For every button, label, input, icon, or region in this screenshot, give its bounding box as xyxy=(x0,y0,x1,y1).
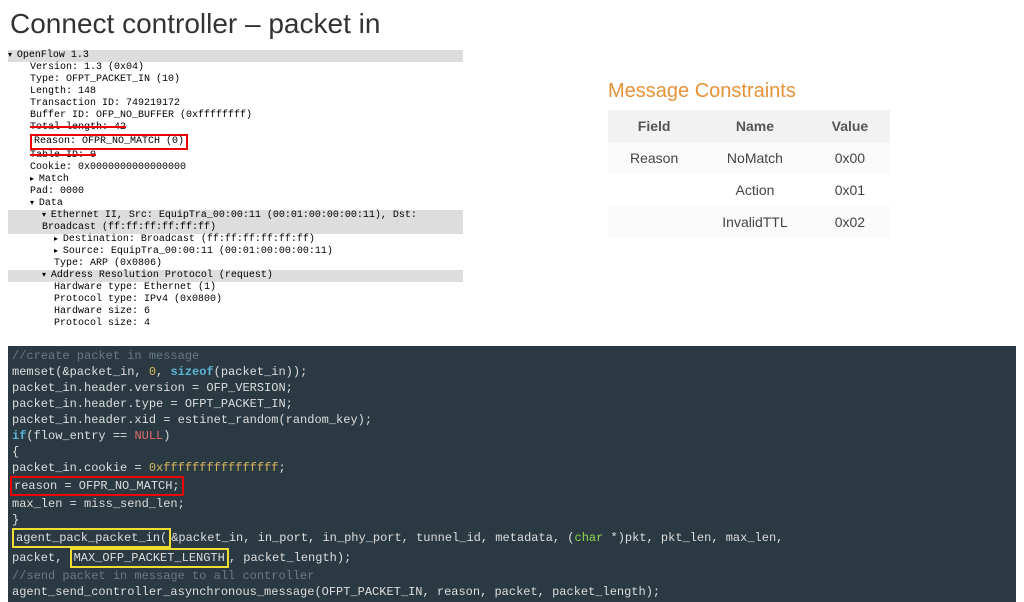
field-reason-row: Reason: OFPR_NO_MATCH (0) xyxy=(8,134,463,150)
table-row: Action 0x01 xyxy=(608,174,890,206)
constraints-title: Message Constraints xyxy=(608,80,796,103)
field-cookie: Cookie: 0x0000000000000000 xyxy=(8,162,463,174)
table-row: Reason NoMatch 0x00 xyxy=(608,142,890,174)
code-line: //create packet in message xyxy=(12,348,467,364)
field-table: Table ID: 0 xyxy=(8,150,463,162)
code-line: } xyxy=(12,512,467,528)
field-src: Source: EquipTra_00:00:11 (00:01:00:00:0… xyxy=(8,246,463,258)
cell-value: 0x00 xyxy=(810,142,891,174)
field-hwsize: Hardware size: 6 xyxy=(8,306,463,318)
cell-field xyxy=(608,206,700,238)
th-field: Field xyxy=(608,110,700,142)
code-line: memset(&packet_in, 0, sizeof(packet_in))… xyxy=(12,364,467,380)
code-line: packet_in.header.xid = estinet_random(ra… xyxy=(12,412,467,428)
code-line-reason: reason = OFPR_NO_MATCH; xyxy=(12,476,467,496)
reason-highlight-box: reason = OFPR_NO_MATCH; xyxy=(10,476,184,496)
cell-value: 0x02 xyxy=(810,206,891,238)
reason-highlight: Reason: OFPR_NO_MATCH (0) xyxy=(30,134,188,150)
arp-label: Address Resolution Protocol (request) xyxy=(51,270,273,281)
code-line: { xyxy=(12,444,467,460)
packet-dissection-panel: OpenFlow 1.3 Version: 1.3 (0x04) Type: O… xyxy=(8,50,463,330)
table-row: InvalidTTL 0x02 xyxy=(608,206,890,238)
field-pad: Pad: 0000 xyxy=(8,186,463,198)
eth-label: Ethernet II, Src: EquipTra_00:00:11 (00:… xyxy=(42,210,417,233)
field-prototype: Protocol type: IPv4 (0x0800) xyxy=(8,294,463,306)
field-txid: Transaction ID: 749219172 xyxy=(8,98,463,110)
dst-label: Destination: Broadcast (ff:ff:ff:ff:ff:f… xyxy=(63,234,315,245)
match-label: Match xyxy=(39,174,69,185)
code-line: max_len = miss_send_len; xyxy=(12,496,467,512)
code-line: if(flow_entry == NULL) xyxy=(12,428,467,444)
field-type: Type: OFPT_PACKET_IN (10) xyxy=(8,74,463,86)
agent-pack-highlight: agent_pack_packet_in( xyxy=(12,528,171,548)
cell-value: 0x01 xyxy=(810,174,891,206)
constraints-table: Field Name Value Reason NoMatch 0x00 Act… xyxy=(608,110,890,238)
code-line: packet_in.header.type = OFPT_PACKET_IN; xyxy=(12,396,467,412)
code-line: agent_send_controller_asynchronous_messa… xyxy=(12,584,1012,600)
field-match: Match xyxy=(8,174,463,186)
th-value: Value xyxy=(810,110,891,142)
field-totlen: Total length: 42 xyxy=(8,122,463,134)
cell-name: Action xyxy=(700,174,809,206)
field-version: Version: 1.3 (0x04) xyxy=(8,62,463,74)
max-length-highlight: MAX_OFP_PACKET_LENGTH xyxy=(70,548,229,568)
field-ethtype: Type: ARP (0x0806) xyxy=(8,258,463,270)
field-psize: Protocol size: 4 xyxy=(8,318,463,330)
cell-field: Reason xyxy=(608,142,700,174)
field-arp: Address Resolution Protocol (request) xyxy=(8,270,463,282)
field-length: Length: 148 xyxy=(8,86,463,98)
field-data: Data xyxy=(8,198,463,210)
tree-root: OpenFlow 1.3 xyxy=(8,50,463,62)
cell-name: NoMatch xyxy=(700,142,809,174)
field-eth: Ethernet II, Src: EquipTra_00:00:11 (00:… xyxy=(8,210,463,234)
field-dst: Destination: Broadcast (ff:ff:ff:ff:ff:f… xyxy=(8,234,463,246)
cell-field xyxy=(608,174,700,206)
page-title: Connect controller – packet in xyxy=(0,0,1024,44)
field-hwtype: Hardware type: Ethernet (1) xyxy=(8,282,463,294)
cell-name: InvalidTTL xyxy=(700,206,809,238)
code-line: packet_in.cookie = 0xffffffffffffffff; xyxy=(12,460,467,476)
code-line: packet_in.header.version = OFP_VERSION; xyxy=(12,380,467,396)
src-label: Source: EquipTra_00:00:11 (00:01:00:00:0… xyxy=(63,246,333,257)
th-name: Name xyxy=(700,110,809,142)
openflow-label: OpenFlow 1.3 xyxy=(17,50,89,61)
code-panel: //create packet in message memset(&packe… xyxy=(8,346,1016,602)
code-line: //send packet in message to all controll… xyxy=(12,568,1012,584)
table-header-row: Field Name Value xyxy=(608,110,890,142)
code-line: agent_pack_packet_in(&packet_in, in_port… xyxy=(12,528,1012,548)
code-line: packet, MAX_OFP_PACKET_LENGTH, packet_le… xyxy=(12,548,1012,568)
field-buffer: Buffer ID: OFP_NO_BUFFER (0xffffffff) xyxy=(8,110,463,122)
data-label: Data xyxy=(39,198,63,209)
